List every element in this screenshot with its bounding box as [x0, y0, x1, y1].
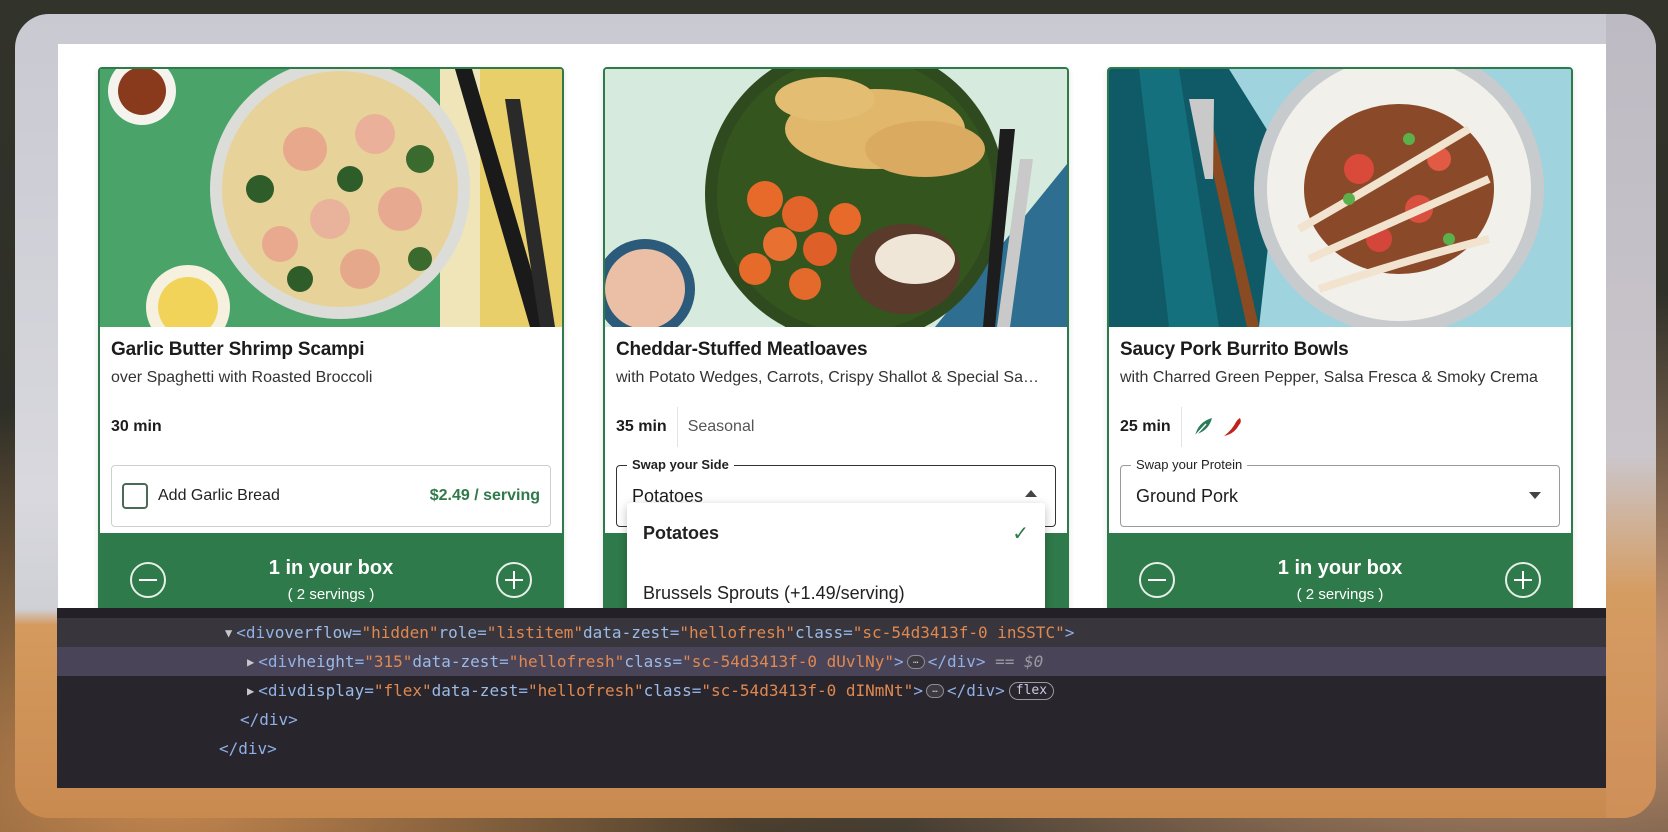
- collapsed-triangle-icon[interactable]: ▶: [247, 684, 254, 698]
- devtools-elements-panel: ▼ <div overflow = "hidden" role = "listitem" …: [57, 608, 1633, 788]
- increase-button[interactable]: [496, 562, 532, 598]
- chevron-down-icon[interactable]: [1529, 492, 1541, 499]
- collapsed-triangle-icon[interactable]: ▶: [247, 655, 254, 669]
- expand-ellipsis-button[interactable]: …: [925, 683, 944, 698]
- box-count: 1 in your box: [1277, 557, 1403, 579]
- recipe-card[interactable]: Saucy Pork Burrito Bowls with Charred Gr…: [1107, 67, 1573, 629]
- recipe-meta: 35 min Seasonal: [616, 407, 1056, 447]
- select-value: Ground Pork: [1136, 486, 1239, 506]
- recipe-meta: 30 min: [111, 407, 551, 447]
- chevron-up-icon[interactable]: [1025, 490, 1037, 497]
- meatloaves-photo: [605, 69, 1067, 327]
- cook-time: 30 min: [111, 418, 162, 435]
- recipe-title[interactable]: Garlic Butter Shrimp Scampi: [111, 339, 551, 361]
- recipe-subtitle: with Charred Green Pepper, Salsa Fresca …: [1120, 369, 1538, 386]
- recipe-subtitle: over Spaghetti with Roasted Broccoli: [111, 369, 373, 386]
- recipe-card[interactable]: Garlic Butter Shrimp Scampi over Spaghet…: [98, 67, 564, 629]
- expand-ellipsis-button[interactable]: …: [906, 654, 925, 669]
- addon-label: Add Garlic Bread: [158, 487, 280, 504]
- dropdown-option-potatoes[interactable]: Potatoes ✓: [627, 503, 1045, 563]
- dom-closing-tag: </div>: [240, 710, 298, 729]
- recipe-image-shrimp-scampi[interactable]: [100, 69, 562, 327]
- recipe-meta: 25 min: [1120, 407, 1560, 447]
- dom-node-flex[interactable]: ▶ <div display = "flex" data-zest = "hellofre…: [57, 676, 1633, 705]
- option-label: Potatoes: [643, 522, 720, 543]
- plus-icon: [1514, 571, 1532, 589]
- recipe-title[interactable]: Cheddar-Stuffed Meatloaves: [616, 339, 1056, 361]
- servings-count: ( 2 servings ): [287, 586, 375, 603]
- shrimp-scampi-photo: [100, 69, 562, 327]
- screenshot-frame: Garlic Butter Shrimp Scampi over Spaghet…: [15, 14, 1656, 818]
- recipe-grid: Garlic Butter Shrimp Scampi over Spaghet…: [58, 44, 1610, 654]
- meta-divider: [676, 407, 678, 447]
- servings-count: ( 2 servings ): [1296, 586, 1384, 603]
- dom-node-selected[interactable]: ▶ <div height = "315" data-zest = "hellofresh…: [57, 647, 1633, 676]
- addon-checkbox[interactable]: [122, 483, 148, 509]
- dom-closing-tag: </div>: [219, 739, 277, 758]
- plus-icon: [505, 571, 523, 589]
- dom-node-listitem[interactable]: ▼ <div overflow = "hidden" role = "listitem" …: [57, 618, 1633, 647]
- option-label: Brussels Sprouts (+1.49/serving): [643, 582, 905, 603]
- recipe-subtitle: with Potato Wedges, Carrots, Crispy Shal…: [616, 369, 1039, 386]
- recipe-title[interactable]: Saucy Pork Burrito Bowls: [1120, 339, 1560, 361]
- select-label: Swap your Protein: [1131, 457, 1248, 472]
- seasonal-tag: Seasonal: [687, 418, 755, 435]
- increase-button[interactable]: [1505, 562, 1541, 598]
- selected-node-marker: == $0: [985, 652, 1044, 671]
- minus-icon: [1148, 579, 1166, 581]
- leaf-icon: [1194, 418, 1212, 437]
- select-label: Swap your Side: [627, 457, 734, 472]
- swap-protein-select[interactable]: Swap your Protein Ground Pork: [1120, 457, 1560, 527]
- box-count: 1 in your box: [268, 557, 394, 579]
- check-icon: ✓: [1012, 522, 1029, 545]
- chili-pepper-icon: [1223, 418, 1241, 436]
- burrito-bowl-photo: [1109, 69, 1571, 327]
- decrease-button[interactable]: [130, 562, 166, 598]
- flex-badge[interactable]: flex: [1008, 681, 1055, 700]
- decrease-button[interactable]: [1139, 562, 1175, 598]
- cook-time: 25 min: [1120, 418, 1171, 435]
- recipe-image-burrito-bowls[interactable]: [1109, 69, 1571, 327]
- minus-icon: [139, 579, 157, 581]
- addon-garlic-bread[interactable]: Add Garlic Bread $2.49 / serving: [111, 465, 551, 527]
- expanded-triangle-icon[interactable]: ▼: [225, 626, 232, 640]
- addon-price: $2.49 / serving: [429, 487, 540, 504]
- recipe-card[interactable]: Cheddar-Stuffed Meatloaves with Potato W…: [603, 67, 1069, 629]
- recipe-image-meatloaves[interactable]: [605, 69, 1067, 327]
- cook-time: 35 min: [616, 418, 667, 435]
- meta-divider: [1180, 407, 1182, 447]
